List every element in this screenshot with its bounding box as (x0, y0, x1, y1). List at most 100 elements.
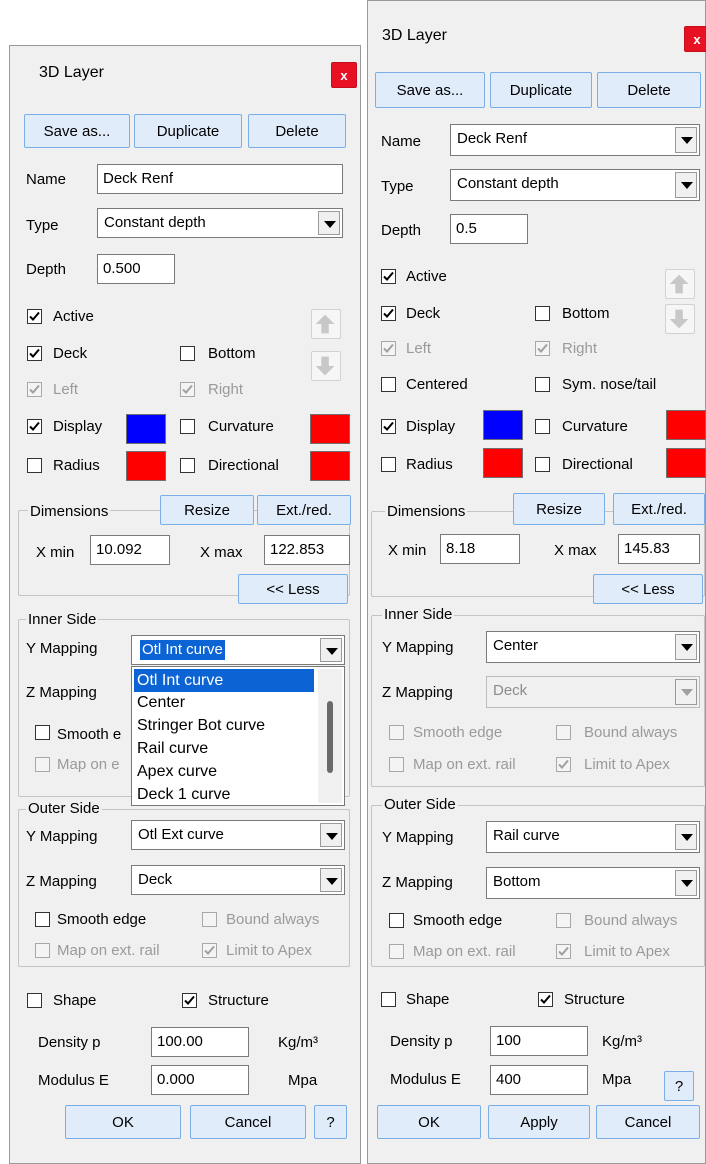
xmin-input[interactable]: 10.092 (90, 535, 170, 565)
dropdown-option-center[interactable]: Center (134, 691, 185, 714)
dropdown-option-otl-int-curve[interactable]: Otl Int curve (134, 669, 314, 692)
density-input[interactable]: 100.00 (151, 1027, 249, 1057)
cancel-button[interactable]: Cancel (596, 1105, 700, 1139)
chevron-down-icon[interactable] (675, 634, 697, 660)
close-button[interactable]: x (684, 26, 706, 52)
type-select[interactable]: Constant depth (450, 169, 700, 201)
dropdown-option-deck-1-curve[interactable]: Deck 1 curve (134, 783, 230, 805)
deck-checkbox[interactable] (381, 306, 396, 321)
display-checkbox[interactable] (27, 419, 42, 434)
outer-smooth-edge-checkbox[interactable] (389, 913, 404, 928)
ok-button[interactable]: OK (377, 1105, 481, 1139)
active-checkbox[interactable] (381, 269, 396, 284)
outer-map-ext-rail-checkbox[interactable] (389, 944, 404, 959)
curvature-color-swatch[interactable] (310, 414, 350, 444)
chevron-down-icon[interactable] (675, 127, 697, 153)
depth-input[interactable]: 0.500 (97, 254, 175, 284)
radius-checkbox[interactable] (381, 457, 396, 472)
xmax-input[interactable]: 122.853 (264, 535, 350, 565)
directional-checkbox[interactable] (535, 457, 550, 472)
depth-input[interactable]: 0.5 (450, 214, 528, 244)
right-checkbox[interactable] (180, 382, 195, 397)
xmax-input[interactable]: 145.83 (618, 534, 700, 564)
help-button[interactable]: ? (664, 1071, 694, 1101)
outer-y-mapping-select[interactable]: Otl Ext curve (131, 820, 345, 850)
delete-button[interactable]: Delete (597, 72, 701, 108)
inner-smooth-edge-checkbox[interactable] (389, 725, 404, 740)
cancel-button[interactable]: Cancel (190, 1105, 306, 1139)
ext-red-button[interactable]: Ext./red. (613, 493, 705, 525)
deck-checkbox[interactable] (27, 346, 42, 361)
shape-checkbox[interactable] (381, 992, 396, 1007)
structure-checkbox[interactable] (182, 993, 197, 1008)
dropdown-scrollbar-thumb[interactable] (327, 701, 333, 773)
delete-button[interactable]: Delete (248, 114, 346, 148)
ext-red-button[interactable]: Ext./red. (257, 495, 351, 525)
less-button[interactable]: << Less (593, 574, 703, 604)
inner-z-mapping-select[interactable]: Deck (486, 676, 700, 708)
move-up-button[interactable] (665, 269, 695, 299)
chevron-down-icon[interactable] (675, 679, 697, 705)
outer-y-mapping-select[interactable]: Rail curve (486, 821, 700, 853)
outer-limit-apex-checkbox[interactable] (202, 943, 217, 958)
dropdown-option-stringer-bot-curve[interactable]: Stringer Bot curve (134, 714, 265, 737)
bottom-checkbox[interactable] (535, 306, 550, 321)
directional-color-swatch[interactable] (310, 451, 350, 481)
display-color-swatch[interactable] (126, 414, 166, 444)
outer-limit-apex-checkbox[interactable] (556, 944, 571, 959)
outer-z-mapping-select[interactable]: Deck (131, 865, 345, 895)
density-input[interactable]: 100 (490, 1026, 588, 1056)
active-checkbox[interactable] (27, 309, 42, 324)
chevron-down-icon[interactable] (675, 824, 697, 850)
xmin-input[interactable]: 8.18 (440, 534, 520, 564)
chevron-down-icon[interactable] (320, 823, 342, 847)
chevron-down-icon[interactable] (320, 868, 342, 892)
sym-nose-tail-checkbox[interactable] (535, 377, 550, 392)
duplicate-button[interactable]: Duplicate (134, 114, 242, 148)
dropdown-option-rail-curve[interactable]: Rail curve (134, 737, 208, 760)
title-bar[interactable]: 3D Layer x (10, 46, 360, 96)
display-checkbox[interactable] (381, 419, 396, 434)
structure-checkbox[interactable] (538, 992, 553, 1007)
less-button[interactable]: << Less (238, 574, 348, 604)
inner-bound-always-checkbox[interactable] (556, 725, 571, 740)
curvature-color-swatch[interactable] (666, 410, 706, 440)
move-down-button[interactable] (311, 351, 341, 381)
directional-checkbox[interactable] (180, 458, 195, 473)
inner-y-mapping-dropdown[interactable]: Otl Int curve Center Stringer Bot curve … (131, 666, 345, 806)
radius-color-swatch[interactable] (126, 451, 166, 481)
chevron-down-icon[interactable] (675, 870, 697, 896)
chevron-down-icon[interactable] (320, 638, 342, 662)
chevron-down-icon[interactable] (318, 211, 340, 235)
radius-checkbox[interactable] (27, 458, 42, 473)
inner-y-mapping-select[interactable]: Otl Int curve (131, 635, 345, 665)
shape-checkbox[interactable] (27, 993, 42, 1008)
left-checkbox[interactable] (381, 341, 396, 356)
type-select[interactable]: Constant depth (97, 208, 343, 238)
name-input[interactable]: Deck Renf (97, 164, 343, 194)
centered-checkbox[interactable] (381, 377, 396, 392)
inner-map-ext-rail-checkbox[interactable] (389, 757, 404, 772)
directional-color-swatch[interactable] (666, 448, 706, 478)
duplicate-button[interactable]: Duplicate (490, 72, 592, 108)
curvature-checkbox[interactable] (535, 419, 550, 434)
outer-bound-always-checkbox[interactable] (556, 913, 571, 928)
chevron-down-icon[interactable] (675, 172, 697, 198)
dropdown-scrollbar[interactable] (318, 669, 342, 803)
right-checkbox[interactable] (535, 341, 550, 356)
close-button[interactable]: x (331, 62, 357, 88)
outer-map-ext-rail-checkbox[interactable] (35, 943, 50, 958)
outer-bound-always-checkbox[interactable] (202, 912, 217, 927)
inner-y-mapping-select[interactable]: Center (486, 631, 700, 663)
display-color-swatch[interactable] (483, 410, 523, 440)
inner-map-ext-rail-checkbox[interactable] (35, 757, 50, 772)
curvature-checkbox[interactable] (180, 419, 195, 434)
move-up-button[interactable] (311, 309, 341, 339)
radius-color-swatch[interactable] (483, 448, 523, 478)
left-checkbox[interactable] (27, 382, 42, 397)
help-button[interactable]: ? (314, 1105, 347, 1139)
outer-z-mapping-select[interactable]: Bottom (486, 867, 700, 899)
title-bar[interactable]: 3D Layer x (368, 1, 706, 52)
modulus-input[interactable]: 0.000 (151, 1065, 249, 1095)
outer-smooth-edge-checkbox[interactable] (35, 912, 50, 927)
